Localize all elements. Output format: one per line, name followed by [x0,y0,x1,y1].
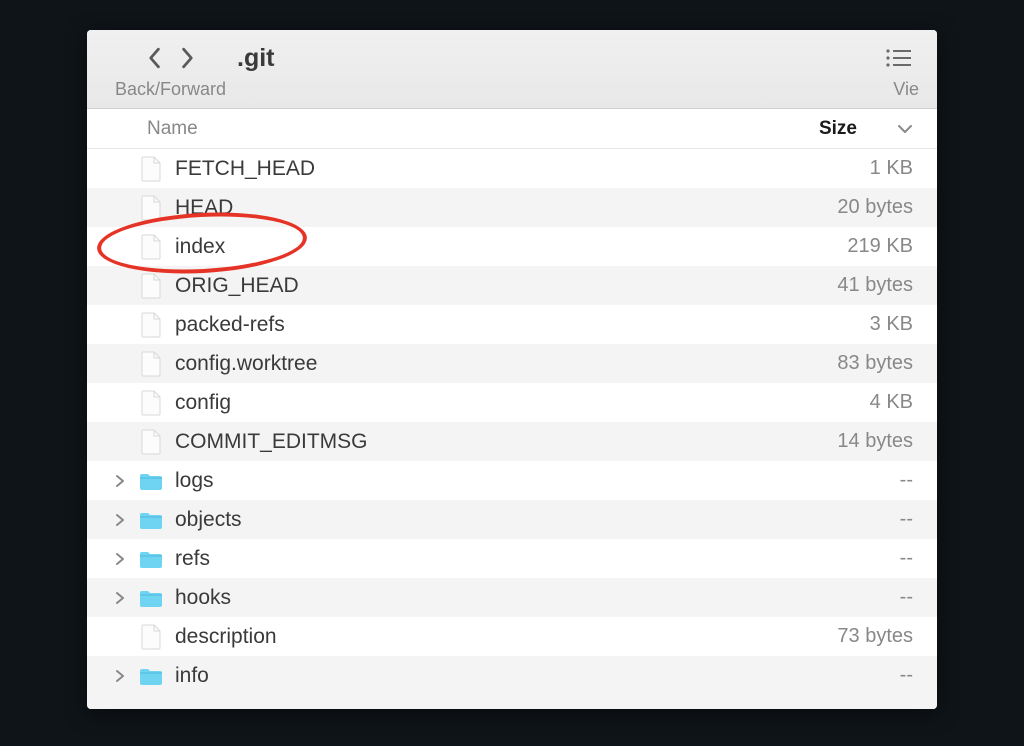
file-size: 73 bytes [759,625,919,648]
file-list: FETCH_HEAD1 KB HEAD20 bytes index219 KB … [87,149,937,695]
document-icon [137,155,165,183]
row-indent [103,474,137,488]
disclosure-triangle-icon[interactable] [115,513,125,527]
back-button[interactable] [145,46,163,70]
file-name: FETCH_HEAD [175,157,759,181]
file-size: 1 KB [759,157,919,180]
back-forward-label: Back/Forward [115,79,226,100]
file-size: -- [759,469,919,492]
toolbar-sub-row: Back/Forward Vie [105,76,919,102]
file-size: 83 bytes [759,352,919,375]
file-name: COMMIT_EDITMSG [175,430,759,454]
file-name: HEAD [175,196,759,220]
file-row[interactable]: index219 KB [87,227,937,266]
row-indent [103,669,137,683]
file-name: info [175,664,759,688]
document-icon [137,194,165,222]
file-name: config [175,391,759,415]
nav-arrows [145,46,197,70]
file-name: index [175,235,759,259]
disclosure-triangle-icon[interactable] [115,552,125,566]
forward-button[interactable] [179,46,197,70]
file-name: refs [175,547,759,571]
file-size: 3 KB [759,313,919,336]
file-name: packed-refs [175,313,759,337]
file-name: hooks [175,586,759,610]
document-icon [137,623,165,651]
document-icon [137,233,165,261]
file-name: logs [175,469,759,493]
file-row[interactable]: config.worktree83 bytes [87,344,937,383]
file-row[interactable]: refs-- [87,539,937,578]
row-indent [103,552,137,566]
file-size: 20 bytes [759,196,919,219]
file-name: ORIG_HEAD [175,274,759,298]
file-row[interactable]: hooks-- [87,578,937,617]
document-icon [137,389,165,417]
folder-icon [137,506,165,534]
file-row[interactable]: ORIG_HEAD41 bytes [87,266,937,305]
row-indent [103,591,137,605]
window-title: .git [237,44,275,73]
disclosure-triangle-icon[interactable] [115,474,125,488]
finder-window: .git Back/Forward Vie Name Size [87,30,937,709]
file-size: 219 KB [759,235,919,258]
list-view-icon[interactable] [879,47,919,69]
file-name: description [175,625,759,649]
view-label: Vie [893,79,919,100]
toolbar: .git Back/Forward Vie [87,30,937,109]
document-icon [137,272,165,300]
column-header-size-label: Size [819,118,857,140]
document-icon [137,350,165,378]
column-header-name[interactable]: Name [147,118,759,140]
file-size: -- [759,664,919,687]
file-size: -- [759,586,919,609]
file-row[interactable]: HEAD20 bytes [87,188,937,227]
file-row[interactable]: objects-- [87,500,937,539]
row-indent [103,513,137,527]
file-row[interactable]: config4 KB [87,383,937,422]
file-size: 41 bytes [759,274,919,297]
column-header-row: Name Size [87,109,937,149]
folder-icon [137,584,165,612]
toolbar-nav-row: .git [105,40,919,76]
file-size: 14 bytes [759,430,919,453]
folder-icon [137,545,165,573]
disclosure-triangle-icon[interactable] [115,669,125,683]
document-icon [137,428,165,456]
column-header-size[interactable]: Size [759,118,919,140]
folder-icon [137,467,165,495]
document-icon [137,311,165,339]
file-row[interactable]: FETCH_HEAD1 KB [87,149,937,188]
file-name: objects [175,508,759,532]
folder-icon [137,662,165,690]
file-size: -- [759,508,919,531]
file-size: -- [759,547,919,570]
file-row[interactable]: info-- [87,656,937,695]
file-name: config.worktree [175,352,759,376]
file-row[interactable]: description73 bytes [87,617,937,656]
disclosure-triangle-icon[interactable] [115,591,125,605]
file-row[interactable]: packed-refs3 KB [87,305,937,344]
sort-chevron-down-icon [897,123,913,135]
file-row[interactable]: COMMIT_EDITMSG14 bytes [87,422,937,461]
bottom-padding [87,695,937,709]
file-size: 4 KB [759,391,919,414]
file-row[interactable]: logs-- [87,461,937,500]
